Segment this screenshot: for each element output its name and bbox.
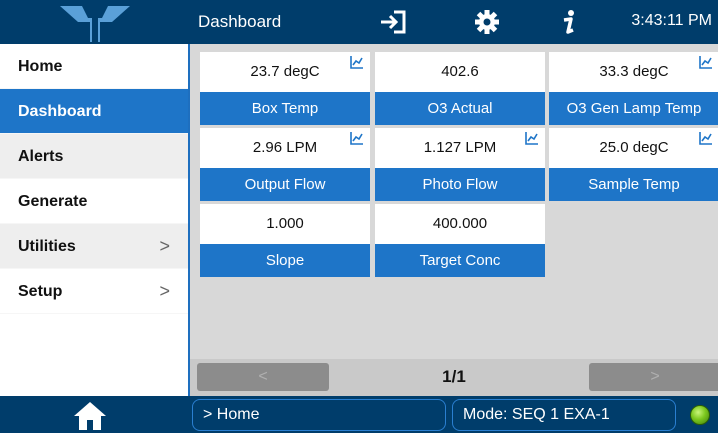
sidebar-item-alerts[interactable]: Alerts (0, 134, 188, 179)
sidebar-item-label: Dashboard (18, 103, 102, 120)
graph-icon[interactable] (525, 131, 539, 145)
exit-icon[interactable] (378, 8, 408, 36)
sidebar-item-label: Home (18, 58, 63, 75)
clock: 3:43:11 PM (631, 12, 712, 29)
tile-slope[interactable]: 1.000 Slope (200, 204, 370, 277)
tile-label: O3 Actual (375, 92, 545, 125)
sidebar-item-dashboard[interactable]: Dashboard (0, 89, 188, 134)
sidebar-item-generate[interactable]: Generate (0, 179, 188, 224)
graph-icon[interactable] (350, 131, 364, 145)
status-light-icon (690, 405, 710, 425)
dashboard-grid: 23.7 degC Box Temp 402.6 O3 Actual 33.3 … (190, 44, 718, 359)
tile-label: Photo Flow (375, 168, 545, 201)
next-page-button[interactable]: > (589, 363, 718, 391)
tile-value: 2.96 LPM (200, 128, 370, 168)
gear-icon[interactable] (472, 8, 502, 36)
sidebar-item-label: Utilities (18, 238, 76, 255)
breadcrumb[interactable]: > Home (192, 399, 446, 431)
tile-label: Output Flow (200, 168, 370, 201)
tile-box-temp[interactable]: 23.7 degC Box Temp (200, 52, 370, 125)
tile-o3-gen-lamp-temp[interactable]: 33.3 degC O3 Gen Lamp Temp (549, 52, 718, 125)
home-button[interactable] (0, 396, 190, 433)
tile-output-flow[interactable]: 2.96 LPM Output Flow (200, 128, 370, 201)
chevron-right-icon: > (159, 281, 170, 301)
status-bar: > Home Mode: SEQ 1 EXA-1 (0, 396, 718, 433)
top-bar: Dashboard 3:43:11 PM (0, 0, 718, 44)
sidebar-item-utilities[interactable]: Utilities > (0, 224, 188, 269)
tile-value: 25.0 degC (549, 128, 718, 168)
chevron-right-icon: > (159, 236, 170, 256)
graph-icon[interactable] (699, 131, 713, 145)
tile-target-conc[interactable]: 400.000 Target Conc (375, 204, 545, 277)
sidebar: Home Dashboard Alerts Generate Utilities… (0, 44, 190, 396)
tile-value: 33.3 degC (549, 52, 718, 92)
tile-sample-temp[interactable]: 25.0 degC Sample Temp (549, 128, 718, 201)
brand-logo (0, 0, 190, 44)
tile-value: 1.127 LPM (375, 128, 545, 168)
mode-indicator[interactable]: Mode: SEQ 1 EXA-1 (452, 399, 676, 431)
tile-value: 402.6 (375, 52, 545, 92)
tile-value: 1.000 (200, 204, 370, 244)
tile-o3-actual[interactable]: 402.6 O3 Actual (375, 52, 545, 125)
tile-label: O3 Gen Lamp Temp (549, 92, 718, 125)
tile-value: 400.000 (375, 204, 545, 244)
graph-icon[interactable] (350, 55, 364, 69)
tile-label: Sample Temp (549, 168, 718, 201)
tile-label: Box Temp (200, 92, 370, 125)
home-icon[interactable] (72, 400, 108, 430)
sidebar-item-label: Setup (18, 283, 63, 300)
sidebar-item-home[interactable]: Home (0, 44, 188, 89)
sidebar-item-label: Generate (18, 193, 88, 210)
tile-label: Target Conc (375, 244, 545, 277)
graph-icon[interactable] (699, 55, 713, 69)
tile-label: Slope (200, 244, 370, 277)
sidebar-item-setup[interactable]: Setup > (0, 269, 188, 314)
page-title: Dashboard (198, 12, 282, 31)
sidebar-item-label: Alerts (18, 148, 64, 165)
tile-photo-flow[interactable]: 1.127 LPM Photo Flow (375, 128, 545, 201)
tile-value: 23.7 degC (200, 52, 370, 92)
pager: < 1/1 > (190, 359, 718, 396)
info-icon[interactable] (554, 8, 584, 36)
